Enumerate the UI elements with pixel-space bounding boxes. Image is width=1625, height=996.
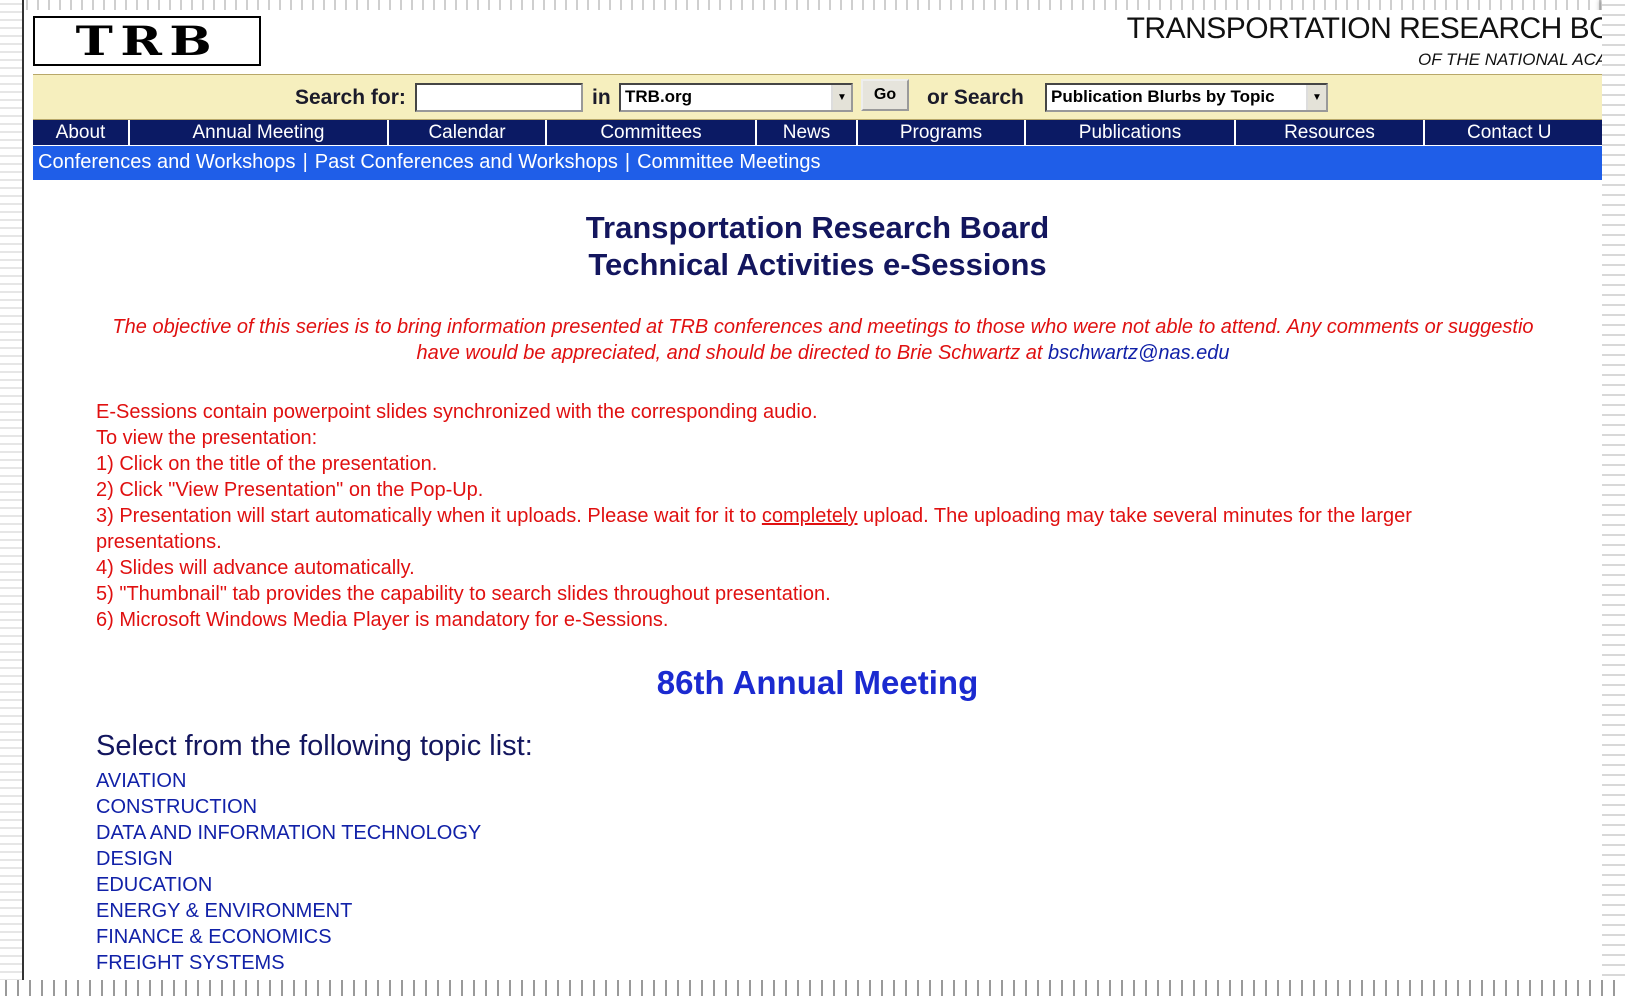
- chevron-down-icon[interactable]: ▼: [1306, 85, 1326, 110]
- topic-link-aviation[interactable]: AVIATION: [96, 768, 481, 794]
- webpage: TRB TRANSPORTATION RESEARCH BO OF THE NA…: [33, 10, 1602, 980]
- instruction-step: 5) "Thumbnail" tab provides the capabili…: [96, 583, 831, 605]
- search-bar: Search for: in TRB.org ▼ Go or Search Pu…: [33, 74, 1602, 120]
- nav-item-publications[interactable]: Publications: [1026, 120, 1236, 145]
- trb-logo-text: TRB: [75, 17, 219, 65]
- torn-edge-right: [1602, 0, 1625, 996]
- or-search-label: or Search: [927, 86, 1024, 109]
- torn-edge-bottom: [0, 980, 1625, 996]
- org-name: TRANSPORTATION RESEARCH BO: [1126, 12, 1602, 45]
- page-subtitle: Technical Activities e-Sessions: [588, 247, 1047, 282]
- nav-item-resources[interactable]: Resources: [1236, 120, 1425, 145]
- instruction-line: To view the presentation:: [96, 427, 318, 449]
- instruction-step: 3) Presentation will start automatically…: [96, 503, 1536, 555]
- intro-text-line2: have would be appreciated, and should be…: [33, 342, 1602, 365]
- torn-edge-top: [0, 0, 1625, 10]
- instruction-step: 1) Click on the title of the presentatio…: [96, 453, 438, 475]
- publication-search-value: Publication Blurbs by Topic: [1051, 87, 1275, 106]
- subnav-separator: |: [302, 151, 308, 173]
- topic-list-heading: Select from the following topic list:: [96, 730, 533, 762]
- contact-email-link[interactable]: bschwartz@nas.edu: [1048, 342, 1230, 364]
- intro-text-prefix: have would be appreciated, and should be…: [416, 342, 1048, 364]
- subnav-committee-meetings[interactable]: Committee Meetings: [637, 151, 820, 173]
- step3-prefix: 3) Presentation will start automatically…: [96, 505, 762, 527]
- instructions: E-Sessions contain powerpoint slides syn…: [96, 399, 1536, 633]
- topic-link-education[interactable]: EDUCATION: [96, 872, 481, 898]
- instruction-step: 6) Microsoft Windows Media Player is man…: [96, 609, 669, 631]
- nav-item-contact-us[interactable]: Contact U: [1425, 120, 1602, 145]
- chevron-down-icon[interactable]: ▼: [831, 85, 851, 110]
- subnav-separator: |: [624, 151, 631, 173]
- sub-nav: Conferences and Workshops | Past Conferenc…: [33, 146, 1602, 180]
- topic-link-data-information-technology[interactable]: DATA AND INFORMATION TECHNOLOGY: [96, 820, 481, 846]
- main-nav: About Annual Meeting Calendar Committees…: [33, 120, 1602, 146]
- topic-link-freight-systems[interactable]: FREIGHT SYSTEMS: [96, 950, 481, 976]
- subnav-conferences-workshops[interactable]: Conferences and Workshops: [38, 151, 296, 173]
- topic-link-design[interactable]: DESIGN: [96, 846, 481, 872]
- torn-edge-left: [0, 0, 24, 996]
- search-scope-select[interactable]: TRB.org ▼: [619, 83, 853, 112]
- nav-item-programs[interactable]: Programs: [858, 120, 1026, 145]
- nav-item-annual-meeting[interactable]: Annual Meeting: [130, 120, 389, 145]
- step3-underlined: completely: [761, 505, 858, 527]
- publication-search-select[interactable]: Publication Blurbs by Topic ▼: [1045, 83, 1328, 112]
- instruction-step: 2) Click "View Presentation" on the Pop-…: [96, 479, 484, 501]
- nav-item-news[interactable]: News: [757, 120, 858, 145]
- search-input[interactable]: [415, 83, 583, 112]
- nav-item-committees[interactable]: Committees: [547, 120, 757, 145]
- nav-item-about[interactable]: About: [33, 120, 130, 145]
- intro-text-line1: The objective of this series is to bring…: [112, 316, 1534, 338]
- trb-logo[interactable]: TRB: [33, 16, 261, 66]
- topic-list: AVIATION CONSTRUCTION DATA AND INFORMATI…: [96, 768, 481, 976]
- search-for-label: Search for:: [295, 86, 406, 109]
- topic-link-energy-environment[interactable]: ENERGY & ENVIRONMENT: [96, 898, 481, 924]
- subnav-past-conferences[interactable]: Past Conferences and Workshops: [315, 151, 618, 173]
- page-title: Transportation Research Board: [585, 210, 1050, 245]
- meeting-heading: 86th Annual Meeting: [656, 664, 979, 701]
- instruction-step: 4) Slides will advance automatically.: [96, 557, 415, 579]
- topic-link-finance-economics[interactable]: FINANCE & ECONOMICS: [96, 924, 481, 950]
- nav-item-calendar[interactable]: Calendar: [389, 120, 547, 145]
- topic-link-construction[interactable]: CONSTRUCTION: [96, 794, 481, 820]
- org-subtitle: OF THE NATIONAL ACAI: [1418, 50, 1602, 69]
- instruction-line: E-Sessions contain powerpoint slides syn…: [96, 401, 818, 423]
- go-button[interactable]: Go: [861, 79, 909, 111]
- in-label: in: [592, 86, 611, 109]
- search-scope-value: TRB.org: [625, 87, 693, 106]
